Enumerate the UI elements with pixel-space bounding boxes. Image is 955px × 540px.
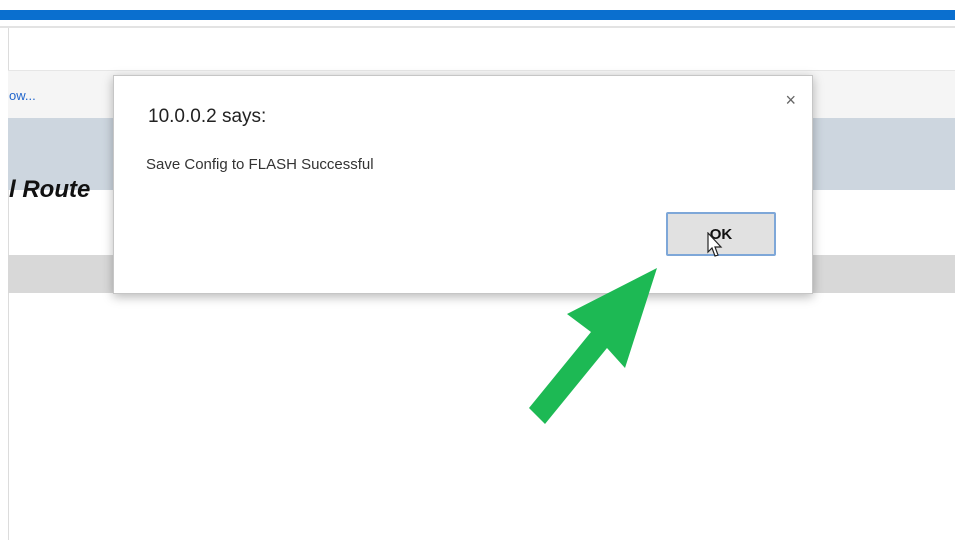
- green-arrow-icon: [529, 268, 657, 424]
- close-icon[interactable]: ×: [785, 90, 796, 111]
- dialog-title: 10.0.0.2 says:: [148, 106, 267, 127]
- divider: [0, 26, 955, 28]
- truncated-link[interactable]: ow...: [9, 88, 36, 103]
- mouse-cursor-icon: [707, 232, 723, 257]
- browser-accent-bar: [0, 10, 955, 20]
- page-title: l Route: [9, 176, 91, 203]
- dialog-message: Save Config to FLASH Successful: [146, 156, 374, 173]
- alert-dialog: 10.0.0.2 says: × Save Config to FLASH Su…: [113, 75, 813, 294]
